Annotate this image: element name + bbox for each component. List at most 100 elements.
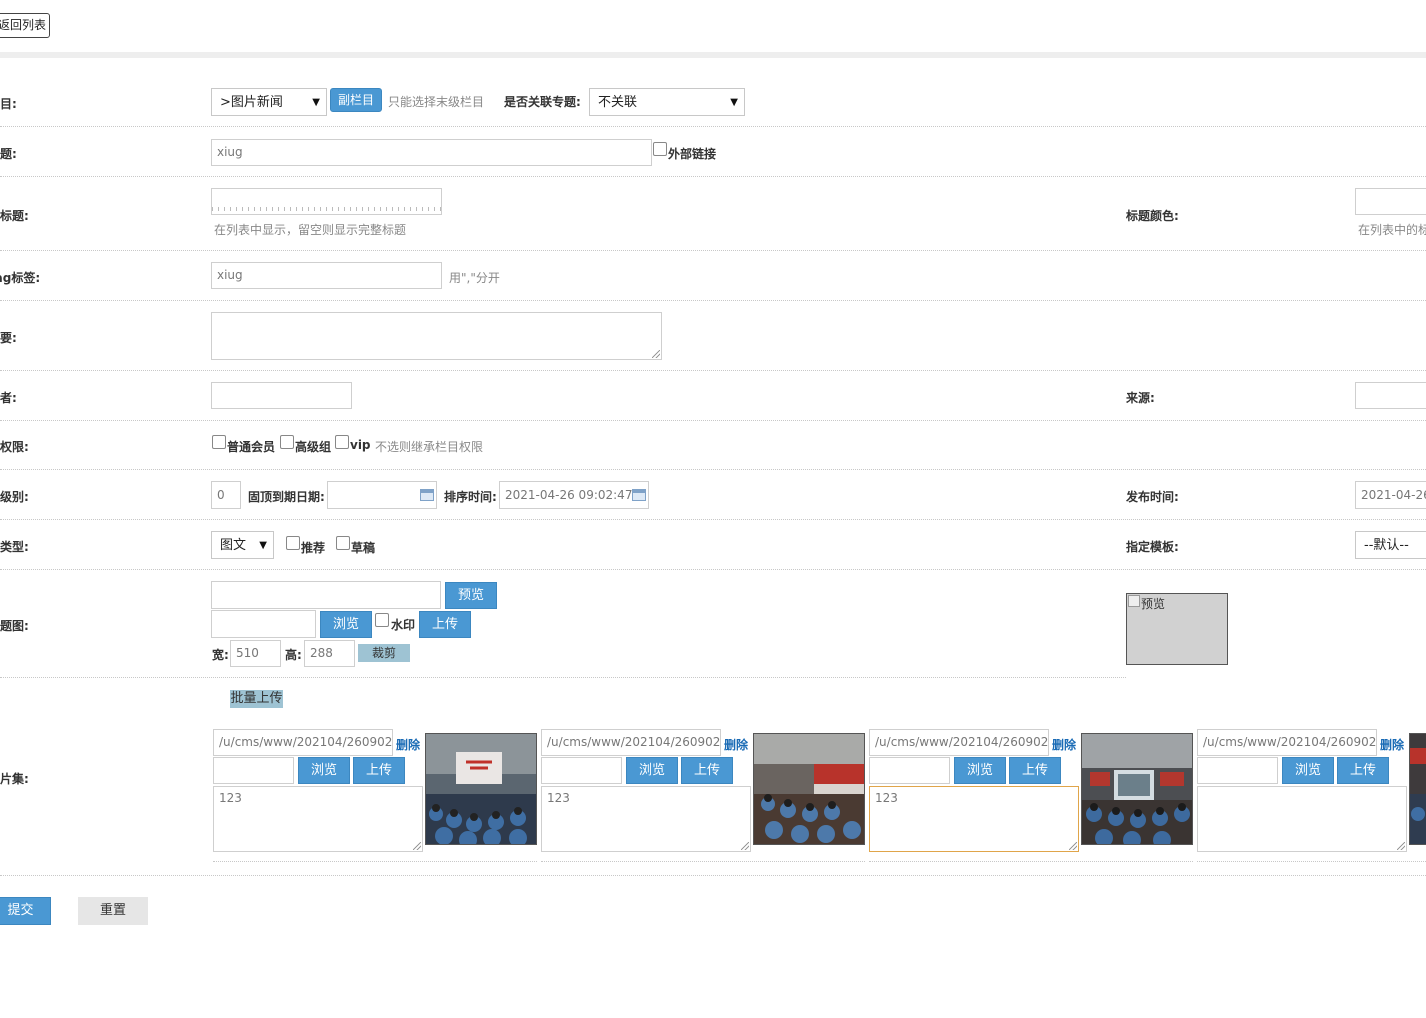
preview-button[interactable]: 预览 [445,582,497,609]
sort-time-value: 2021-04-26 09:02:47 [505,488,633,502]
resize-grip[interactable] [413,842,421,850]
width-input[interactable]: 510 [230,640,281,667]
row-divider [0,126,1426,127]
title-input[interactable]: xiug [211,139,652,166]
upload-button[interactable]: 上传 [419,611,471,638]
gallery-upload-button[interactable]: 上传 [353,757,405,784]
top-expire-input[interactable] [327,481,437,509]
browse-button[interactable]: 浏览 [320,611,372,638]
gallery-desc-text: 123 [219,791,242,805]
gallery-upload-button[interactable]: 上传 [1337,757,1389,784]
short-title-hint: 在列表中显示，留空则显示完整标题 [214,223,407,237]
top-divider [0,52,1426,58]
gallery-desc-textarea[interactable]: 123 [541,786,751,852]
gallery-label: 图片集: [0,772,29,786]
source-input[interactable] [1355,382,1426,409]
topic-label: 是否关联专题: [504,95,581,109]
height-input[interactable]: 288 [304,640,355,667]
gallery-desc-textarea[interactable] [1197,786,1407,852]
title-color-hint: 在列表中的标 [1358,223,1426,237]
template-select[interactable]: --默认-- [1355,531,1426,559]
gallery-delete-link[interactable]: 删除 [1380,736,1404,753]
publish-time-label: 发布时间: [1126,490,1179,504]
row-divider [0,250,1426,251]
gallery-delete-link[interactable]: 删除 [724,736,748,753]
row-divider [0,469,1426,470]
resize-grip[interactable] [741,842,749,850]
gallery-upload-button[interactable]: 上传 [1009,757,1061,784]
row-divider [0,519,1426,520]
resize-grip[interactable] [1397,842,1405,850]
gallery-item-divider [213,861,537,862]
back-to-list-button[interactable]: 返回列表 [0,13,50,38]
gallery-upload-button[interactable]: 上传 [681,757,733,784]
permission-label: 浏览权限: [0,440,29,454]
column-select[interactable]: >图片新闻 ▼ [211,88,327,116]
permission-option-label: 普通会员 [227,440,276,454]
batch-upload-button[interactable]: 批量上传 [230,690,283,708]
gallery-photo [1409,733,1426,845]
permission-checkbox-advanced[interactable] [280,435,294,449]
title-image-path-input[interactable] [211,581,441,609]
title-label: 标题: [0,147,17,161]
gallery-path-input[interactable]: /u/cms/www/202104/260902 [213,729,393,756]
tags-input[interactable]: xiug [211,262,442,289]
author-input[interactable] [211,382,352,409]
gallery-browse-button[interactable]: 浏览 [954,757,1006,784]
topic-select[interactable]: 不关联 ▼ [589,88,745,116]
gallery-file-input[interactable] [869,757,950,784]
sub-column-button[interactable]: 副栏目 [330,88,382,112]
calendar-icon[interactable] [420,489,434,501]
recommend-checkbox[interactable] [286,536,300,550]
summary-textarea[interactable] [211,312,662,360]
content-type-select[interactable]: 图文 ▼ [211,531,274,559]
title-image-file-input[interactable] [211,610,316,638]
row-divider [0,420,1426,421]
gallery-browse-button[interactable]: 浏览 [1282,757,1334,784]
permission-checkbox-vip[interactable] [335,435,349,449]
permission-checkbox-member[interactable] [212,435,226,449]
submit-button[interactable]: 提交 [0,897,51,925]
resize-grip[interactable] [1069,842,1077,850]
chevron-down-icon: ▼ [259,540,267,551]
title-color-input[interactable] [1355,188,1426,215]
watermark-checkbox[interactable] [375,613,389,627]
publish-time-input[interactable]: 2021-04-26 [1355,481,1426,509]
gallery-file-input[interactable] [541,757,622,784]
column-label: 栏目: [0,97,17,111]
content-type-label: 内容类型: [0,540,29,554]
gallery-path-input[interactable]: /u/cms/www/202104/260902 [1197,729,1377,756]
gallery-item: /u/cms/www/202104/260902 删除 浏览 上传 123 [867,726,1193,863]
gallery-delete-link[interactable]: 删除 [1052,736,1076,753]
gallery-file-input[interactable] [213,757,294,784]
sort-time-input[interactable]: 2021-04-26 09:02:47 [499,481,649,509]
title-color-label: 标题颜色: [1126,209,1179,223]
gallery-item: /u/cms/www/202104/260902 删除 浏览 上传 [1195,726,1426,863]
gallery-file-input[interactable] [1197,757,1278,784]
row-divider [0,569,1426,570]
calendar-icon[interactable] [632,489,646,501]
gallery-desc-textarea[interactable]: 123 [213,786,423,852]
gallery-item-divider [541,861,865,862]
gallery-delete-link[interactable]: 删除 [396,736,420,753]
gallery-browse-button[interactable]: 浏览 [298,757,350,784]
external-link-checkbox[interactable] [653,142,667,156]
gallery-photo-image [1082,734,1192,844]
draft-checkbox[interactable] [336,536,350,550]
gallery-item-divider [1197,861,1426,862]
gallery-browse-button[interactable]: 浏览 [626,757,678,784]
top-level-input[interactable]: 0 [211,481,241,509]
gallery-item: /u/cms/www/202104/260902 删除 浏览 上传 123 [211,726,537,863]
summary-label: 摘要: [0,331,17,345]
chevron-down-icon: ▼ [312,97,320,108]
short-title-input[interactable] [211,188,442,215]
resize-grip[interactable] [652,350,660,358]
gallery-path-input[interactable]: /u/cms/www/202104/260902 [541,729,721,756]
reset-button[interactable]: 重置 [78,897,148,925]
tags-label: Tag标签: [0,271,41,285]
crop-button[interactable]: 裁剪 [358,644,410,662]
gallery-path-input[interactable]: /u/cms/www/202104/260902 [869,729,1049,756]
gallery-desc-textarea[interactable]: 123 [869,786,1079,852]
title-image-preview: 预览 [1126,593,1228,665]
template-value: --默认-- [1364,538,1409,553]
